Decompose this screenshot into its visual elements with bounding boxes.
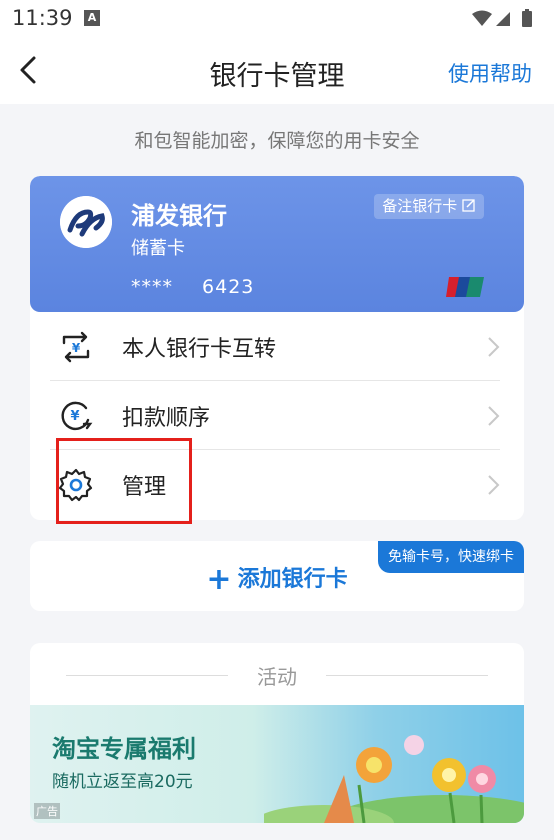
menu-label: 扣款顺序	[122, 406, 211, 431]
note-card-button[interactable]: 备注银行卡	[374, 194, 484, 219]
notification-icon: A	[84, 10, 100, 26]
note-card-label: 备注银行卡	[382, 197, 458, 215]
nav-bar: 银行卡管理 使用帮助	[0, 36, 554, 104]
banner-title: 淘宝专属福利	[52, 735, 196, 763]
ad-tag: 广告	[34, 803, 60, 819]
status-time: 11:39	[12, 6, 73, 30]
svg-text:¥: ¥	[70, 409, 79, 424]
deduction-order-icon: ¥	[61, 401, 93, 431]
bank-card[interactable]: 浦发银行 储蓄卡 **** 6423 备注银行卡	[30, 176, 524, 312]
svg-text:¥: ¥	[72, 341, 81, 355]
chevron-right-icon	[488, 337, 500, 357]
transfer-icon: ¥	[62, 331, 90, 363]
bank-logo	[60, 196, 112, 248]
chevron-right-icon	[488, 475, 500, 495]
signal-battery-icon	[472, 9, 532, 27]
card-number: **** 6423	[131, 276, 254, 298]
plus-icon: +	[206, 562, 232, 597]
chevron-right-icon	[488, 406, 500, 426]
activity-section: 活动 淘宝专属福利 随机立返至高20元 广告	[30, 643, 524, 823]
card-mask: ****	[131, 276, 173, 298]
edit-icon	[462, 199, 475, 212]
status-bar: 11:39 A	[0, 0, 554, 36]
activity-header: 活动	[30, 661, 524, 689]
unionpay-logo	[446, 277, 484, 297]
highlight-box	[56, 438, 192, 524]
bank-name: 浦发银行	[131, 202, 227, 230]
flower-illustration	[264, 735, 524, 823]
help-link[interactable]: 使用帮助	[448, 58, 532, 88]
promo-tag: 免输卡号，快速绑卡	[378, 541, 524, 573]
divider	[326, 675, 488, 676]
activity-banner[interactable]: 淘宝专属福利 随机立返至高20元 广告	[30, 705, 524, 823]
menu-label: 本人银行卡互转	[122, 337, 277, 362]
banner-subtitle: 随机立返至高20元	[52, 772, 193, 792]
card-last4: 6423	[202, 276, 255, 298]
add-card-button[interactable]: + 添加银行卡 免输卡号，快速绑卡	[30, 541, 524, 611]
menu-item-self-transfer[interactable]: ¥ 本人银行卡互转	[50, 312, 500, 380]
card-type: 储蓄卡	[131, 238, 185, 259]
add-card-label: 添加银行卡	[237, 567, 348, 592]
security-slogan: 和包智能加密，保障您的用卡安全	[134, 130, 420, 152]
